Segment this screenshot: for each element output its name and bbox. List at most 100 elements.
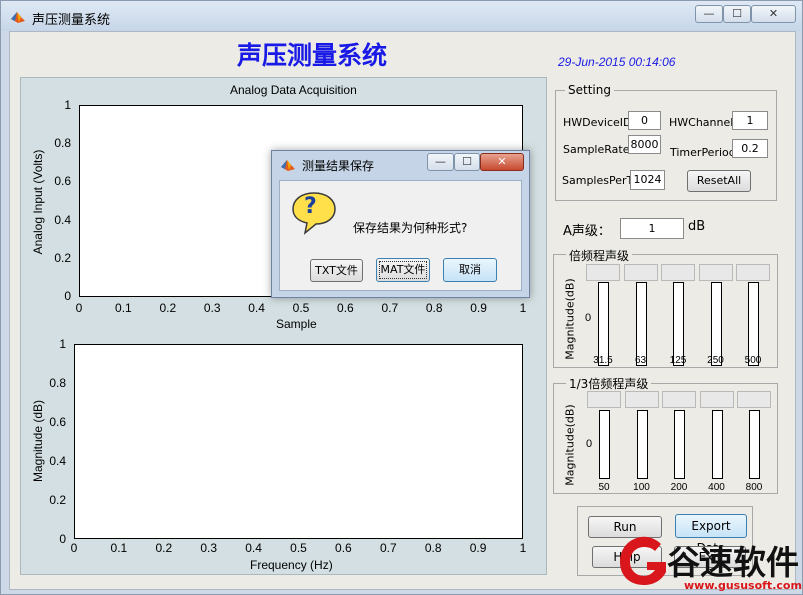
timer-period-label: TimerPeriod xyxy=(670,146,736,159)
hw-device-label: HWDeviceID xyxy=(563,116,632,129)
plot2-y-tick: 0.4 xyxy=(49,454,66,468)
maximize-icon: ☐ xyxy=(462,155,472,168)
samples-per-field[interactable]: 1024 xyxy=(630,170,665,190)
plot1-x-tick: 0.1 xyxy=(115,301,132,315)
plot2-x-tick: 0.6 xyxy=(335,541,352,555)
plot1-y-tick: 0.8 xyxy=(54,136,71,151)
timer-period-field[interactable]: 0.2 xyxy=(732,139,768,158)
reset-all-button[interactable]: ResetAll xyxy=(687,170,751,192)
octave-zero-tick: 0 xyxy=(585,312,592,324)
samples-per-label: SamplesPerT xyxy=(562,174,634,187)
close-icon: ✕ xyxy=(497,155,507,168)
plot1-y-tick: 0.4 xyxy=(54,212,71,227)
plot2-x-tick: 0.4 xyxy=(245,541,262,555)
plot1-x-tick: 0.8 xyxy=(425,301,443,315)
octave-band-readout xyxy=(623,264,658,281)
octave-band-bar xyxy=(710,282,722,366)
dialog-close-button[interactable]: ✕ xyxy=(480,153,524,171)
octave-band-label: 125 xyxy=(669,355,687,366)
minimize-button[interactable]: — xyxy=(695,5,723,23)
plot2-y-tick: 0 xyxy=(59,532,66,546)
datetime-readout: 29-Jun-2015 00:14:06 xyxy=(558,55,676,69)
spectrum-axes[interactable] xyxy=(74,344,523,539)
brand-name: 谷速软件 xyxy=(667,543,799,582)
octave-band-label: 500 xyxy=(744,355,762,366)
octave-ylabel: Magnitude(dB) xyxy=(563,278,577,360)
plot1-x-tick: 0.2 xyxy=(159,301,177,315)
dialog-minimize-button[interactable]: — xyxy=(427,153,454,171)
plot1-x-tick: 1 xyxy=(519,301,527,315)
matlab-logo-icon xyxy=(281,160,295,171)
plot2-x-tick: 0.1 xyxy=(110,541,128,555)
plot1-x-tick: 0 xyxy=(75,301,83,315)
third_octave-band-label: 200 xyxy=(670,482,688,493)
plot1-x-tick: 0.4 xyxy=(248,301,265,315)
octave-band-bar xyxy=(673,282,684,366)
octave-band-bar xyxy=(635,282,647,366)
third_octave-band-label: 50 xyxy=(598,482,610,493)
third-octave-ylabel: Magnitude(dB) xyxy=(563,404,577,486)
maximize-button[interactable]: ☐ xyxy=(723,5,751,23)
third_octave-band-readout xyxy=(699,391,734,408)
mat-file-button[interactable]: MAT文件 xyxy=(376,258,430,282)
a-level-field[interactable]: 1 xyxy=(620,218,684,239)
plot2-y-tick: 1 xyxy=(59,337,66,351)
minimize-icon: — xyxy=(435,155,446,168)
a-level-unit: dB xyxy=(688,219,706,234)
plot1-x-tick: 0.5 xyxy=(292,301,310,315)
sample-rate-label: SampleRate xyxy=(563,143,630,156)
watermark: 谷速软件 www.gususoft.com xyxy=(617,532,803,595)
a-level-label: A声级： xyxy=(563,224,611,239)
plot2-xlabel: Frequency (Hz) xyxy=(250,558,333,572)
setting-title: Setting xyxy=(565,83,614,97)
plot1-y-tick: 1 xyxy=(64,98,71,112)
plot2-ylabel: Magnitude (dB) xyxy=(31,399,45,483)
third_octave-band-label: 800 xyxy=(745,482,763,493)
maximize-icon: ☐ xyxy=(732,7,742,20)
brand-logo-icon xyxy=(620,536,666,585)
txt-file-button[interactable]: TXT文件 xyxy=(310,259,363,282)
plot2-y-tick: 0.6 xyxy=(49,415,66,429)
dialog-maximize-button[interactable]: ☐ xyxy=(454,153,480,171)
hw-device-field[interactable]: 0 xyxy=(628,111,661,130)
plot1-y-tick: 0 xyxy=(64,289,71,303)
third_octave-band-readout xyxy=(587,391,621,408)
save-result-dialog: 测量结果保存 — ☐ ✕ ? 保存结果为何种形式? TXT文件 MAT文件 取消 xyxy=(271,150,530,298)
plot2-x-tick: 1 xyxy=(519,541,527,555)
third_octave-band-bar xyxy=(711,410,723,479)
plot2-x-tick: 0.5 xyxy=(290,541,307,555)
plot2-y-tick: 0.2 xyxy=(49,493,66,507)
hw-channel-field[interactable]: 1 xyxy=(732,111,768,130)
title-bar[interactable]: 声压测量系统 — ☐ ✕ xyxy=(1,1,802,31)
octave-band-label: 250 xyxy=(707,355,724,366)
cancel-button[interactable]: 取消 xyxy=(443,258,497,282)
octave-band-readout xyxy=(736,264,770,281)
third_octave-band-bar xyxy=(674,410,685,479)
octave-band-bar xyxy=(748,282,759,366)
third-octave-title: 1/3倍频程声级 xyxy=(566,375,652,392)
minimize-icon: — xyxy=(703,7,715,20)
third_octave-band-bar xyxy=(599,410,610,479)
plot2-y-tick: 0.8 xyxy=(49,376,66,390)
sample-rate-field[interactable]: 8000 xyxy=(628,135,661,154)
dialog-question: 保存结果为何种形式? xyxy=(353,221,468,235)
plot2-x-tick: 0.3 xyxy=(200,541,218,555)
close-button[interactable]: ✕ xyxy=(751,5,796,23)
plot1-x-tick: 0.3 xyxy=(203,301,221,315)
third_octave-zero-tick: 0 xyxy=(586,438,593,450)
brand-url: www.gususoft.com xyxy=(684,579,802,592)
octave-band-readout xyxy=(661,264,695,281)
third_octave-band-bar xyxy=(636,410,648,479)
plot1-x-tick: 0.9 xyxy=(470,301,487,315)
third_octave-band-readout xyxy=(662,391,696,408)
octave-title: 倍频程声级 xyxy=(566,247,633,264)
plot1-xlabel: Sample xyxy=(276,317,317,331)
figure-client-area: 声压测量系统 29-Jun-2015 00:14:06 Analog Data … xyxy=(9,31,796,590)
octave-band-bar xyxy=(598,282,609,366)
plot2-x-tick: 0.7 xyxy=(379,541,397,555)
octave-band-readout xyxy=(698,264,733,281)
dialog-title: 测量结果保存 xyxy=(302,159,375,173)
third_octave-band-readout xyxy=(624,391,659,408)
plot1-x-tick: 0.7 xyxy=(381,301,399,315)
octave-band-readout xyxy=(586,264,620,281)
